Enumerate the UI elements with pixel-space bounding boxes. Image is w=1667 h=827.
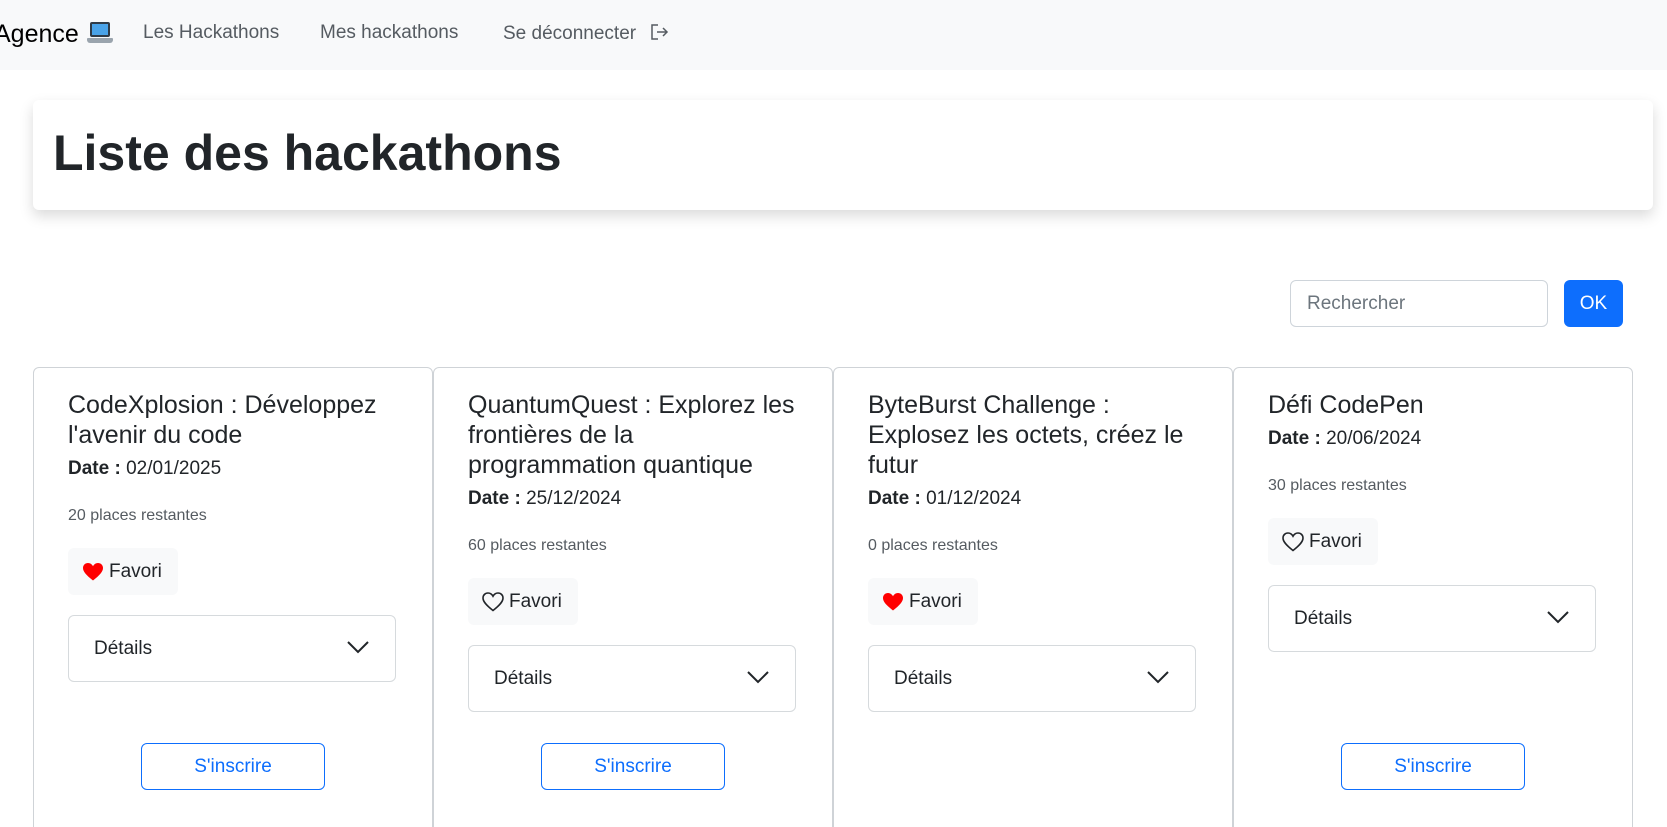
date-label: Date : (68, 458, 121, 479)
date-value: 01/12/2024 (926, 488, 1022, 509)
laptop-icon (86, 22, 113, 44)
hackathon-card: CodeXplosion : Développez l'avenir du co… (33, 367, 433, 827)
card-date: Date : 20/06/2024 (1268, 426, 1598, 452)
nav-link-mes-hackathons[interactable]: Mes hackathons (320, 22, 458, 44)
logout-label: Se déconnecter (503, 23, 637, 44)
details-accordion[interactable]: Détails (1268, 585, 1596, 652)
brand-label: Agence (0, 20, 79, 48)
page-title: Liste des hackathons (53, 125, 562, 181)
favorite-label: Favori (509, 590, 562, 612)
card-title: Défi CodePen (1268, 391, 1424, 419)
heart-outline-icon (482, 591, 504, 612)
date-label: Date : (1268, 428, 1321, 449)
date-label: Date : (868, 488, 921, 509)
details-accordion[interactable]: Détails (868, 645, 1196, 712)
logout-icon (651, 24, 669, 40)
date-value: 02/01/2025 (126, 458, 222, 479)
search-ok-button[interactable]: OK (1564, 280, 1623, 327)
date-value: 25/12/2024 (526, 488, 622, 509)
hackathon-card: QuantumQuest : Explorez les frontières d… (433, 367, 833, 827)
card-title: CodeXplosion : Développez l'avenir du co… (68, 391, 377, 449)
nav-link-hackathons[interactable]: Les Hackathons (143, 22, 279, 44)
places-remaining: 0 places restantes (868, 537, 998, 554)
favorite-button[interactable]: Favori (468, 578, 578, 625)
places-remaining: 60 places restantes (468, 537, 607, 554)
heart-filled-icon (82, 562, 104, 582)
signup-button[interactable]: S'inscrire (141, 743, 325, 790)
nav-link-logout[interactable]: Se déconnecter (503, 22, 669, 45)
heart-filled-icon (882, 592, 904, 612)
card-date: Date : 02/01/2025 (68, 456, 398, 482)
date-value: 20/06/2024 (1326, 428, 1422, 449)
favorite-label: Favori (109, 560, 162, 582)
hackathon-card: Défi CodePen Date : 20/06/2024 30 places… (1233, 367, 1633, 827)
places-remaining: 20 places restantes (68, 507, 207, 524)
details-label: Détails (1294, 608, 1353, 629)
favorite-label: Favori (1309, 530, 1362, 552)
places-remaining: 30 places restantes (1268, 477, 1407, 494)
card-body: CodeXplosion : Développez l'avenir du co… (68, 390, 398, 682)
favorite-button[interactable]: Favori (68, 548, 178, 595)
card-body: Défi CodePen Date : 20/06/2024 30 places… (1268, 390, 1598, 652)
chevron-down-icon (347, 641, 369, 654)
details-label: Détails (494, 668, 553, 689)
card-body: ByteBurst Challenge : Explosez les octet… (868, 390, 1198, 712)
card-title: QuantumQuest : Explorez les frontières d… (468, 391, 795, 479)
details-accordion[interactable]: Détails (468, 645, 796, 712)
title-card: Liste des hackathons (33, 100, 1653, 210)
heart-outline-icon (1282, 531, 1304, 552)
favorite-button[interactable]: Favori (868, 578, 978, 625)
signup-button[interactable]: S'inscrire (541, 743, 725, 790)
date-label: Date : (468, 488, 521, 509)
chevron-down-icon (1547, 611, 1569, 624)
favorite-button[interactable]: Favori (1268, 518, 1378, 565)
hackathon-card: ByteBurst Challenge : Explosez les octet… (833, 367, 1233, 827)
search-input[interactable] (1290, 280, 1548, 327)
navbar: Agence Les Hackathons Mes hackathons Se … (0, 0, 1667, 70)
favorite-label: Favori (909, 590, 962, 612)
card-body: QuantumQuest : Explorez les frontières d… (468, 390, 798, 712)
signup-button[interactable]: S'inscrire (1341, 743, 1525, 790)
card-date: Date : 25/12/2024 (468, 486, 798, 512)
details-label: Détails (894, 668, 953, 689)
brand[interactable]: Agence (0, 20, 113, 49)
card-title: ByteBurst Challenge : Explosez les octet… (868, 391, 1184, 479)
chevron-down-icon (1147, 671, 1169, 684)
card-date: Date : 01/12/2024 (868, 486, 1198, 512)
details-label: Détails (94, 638, 153, 659)
chevron-down-icon (747, 671, 769, 684)
details-accordion[interactable]: Détails (68, 615, 396, 682)
